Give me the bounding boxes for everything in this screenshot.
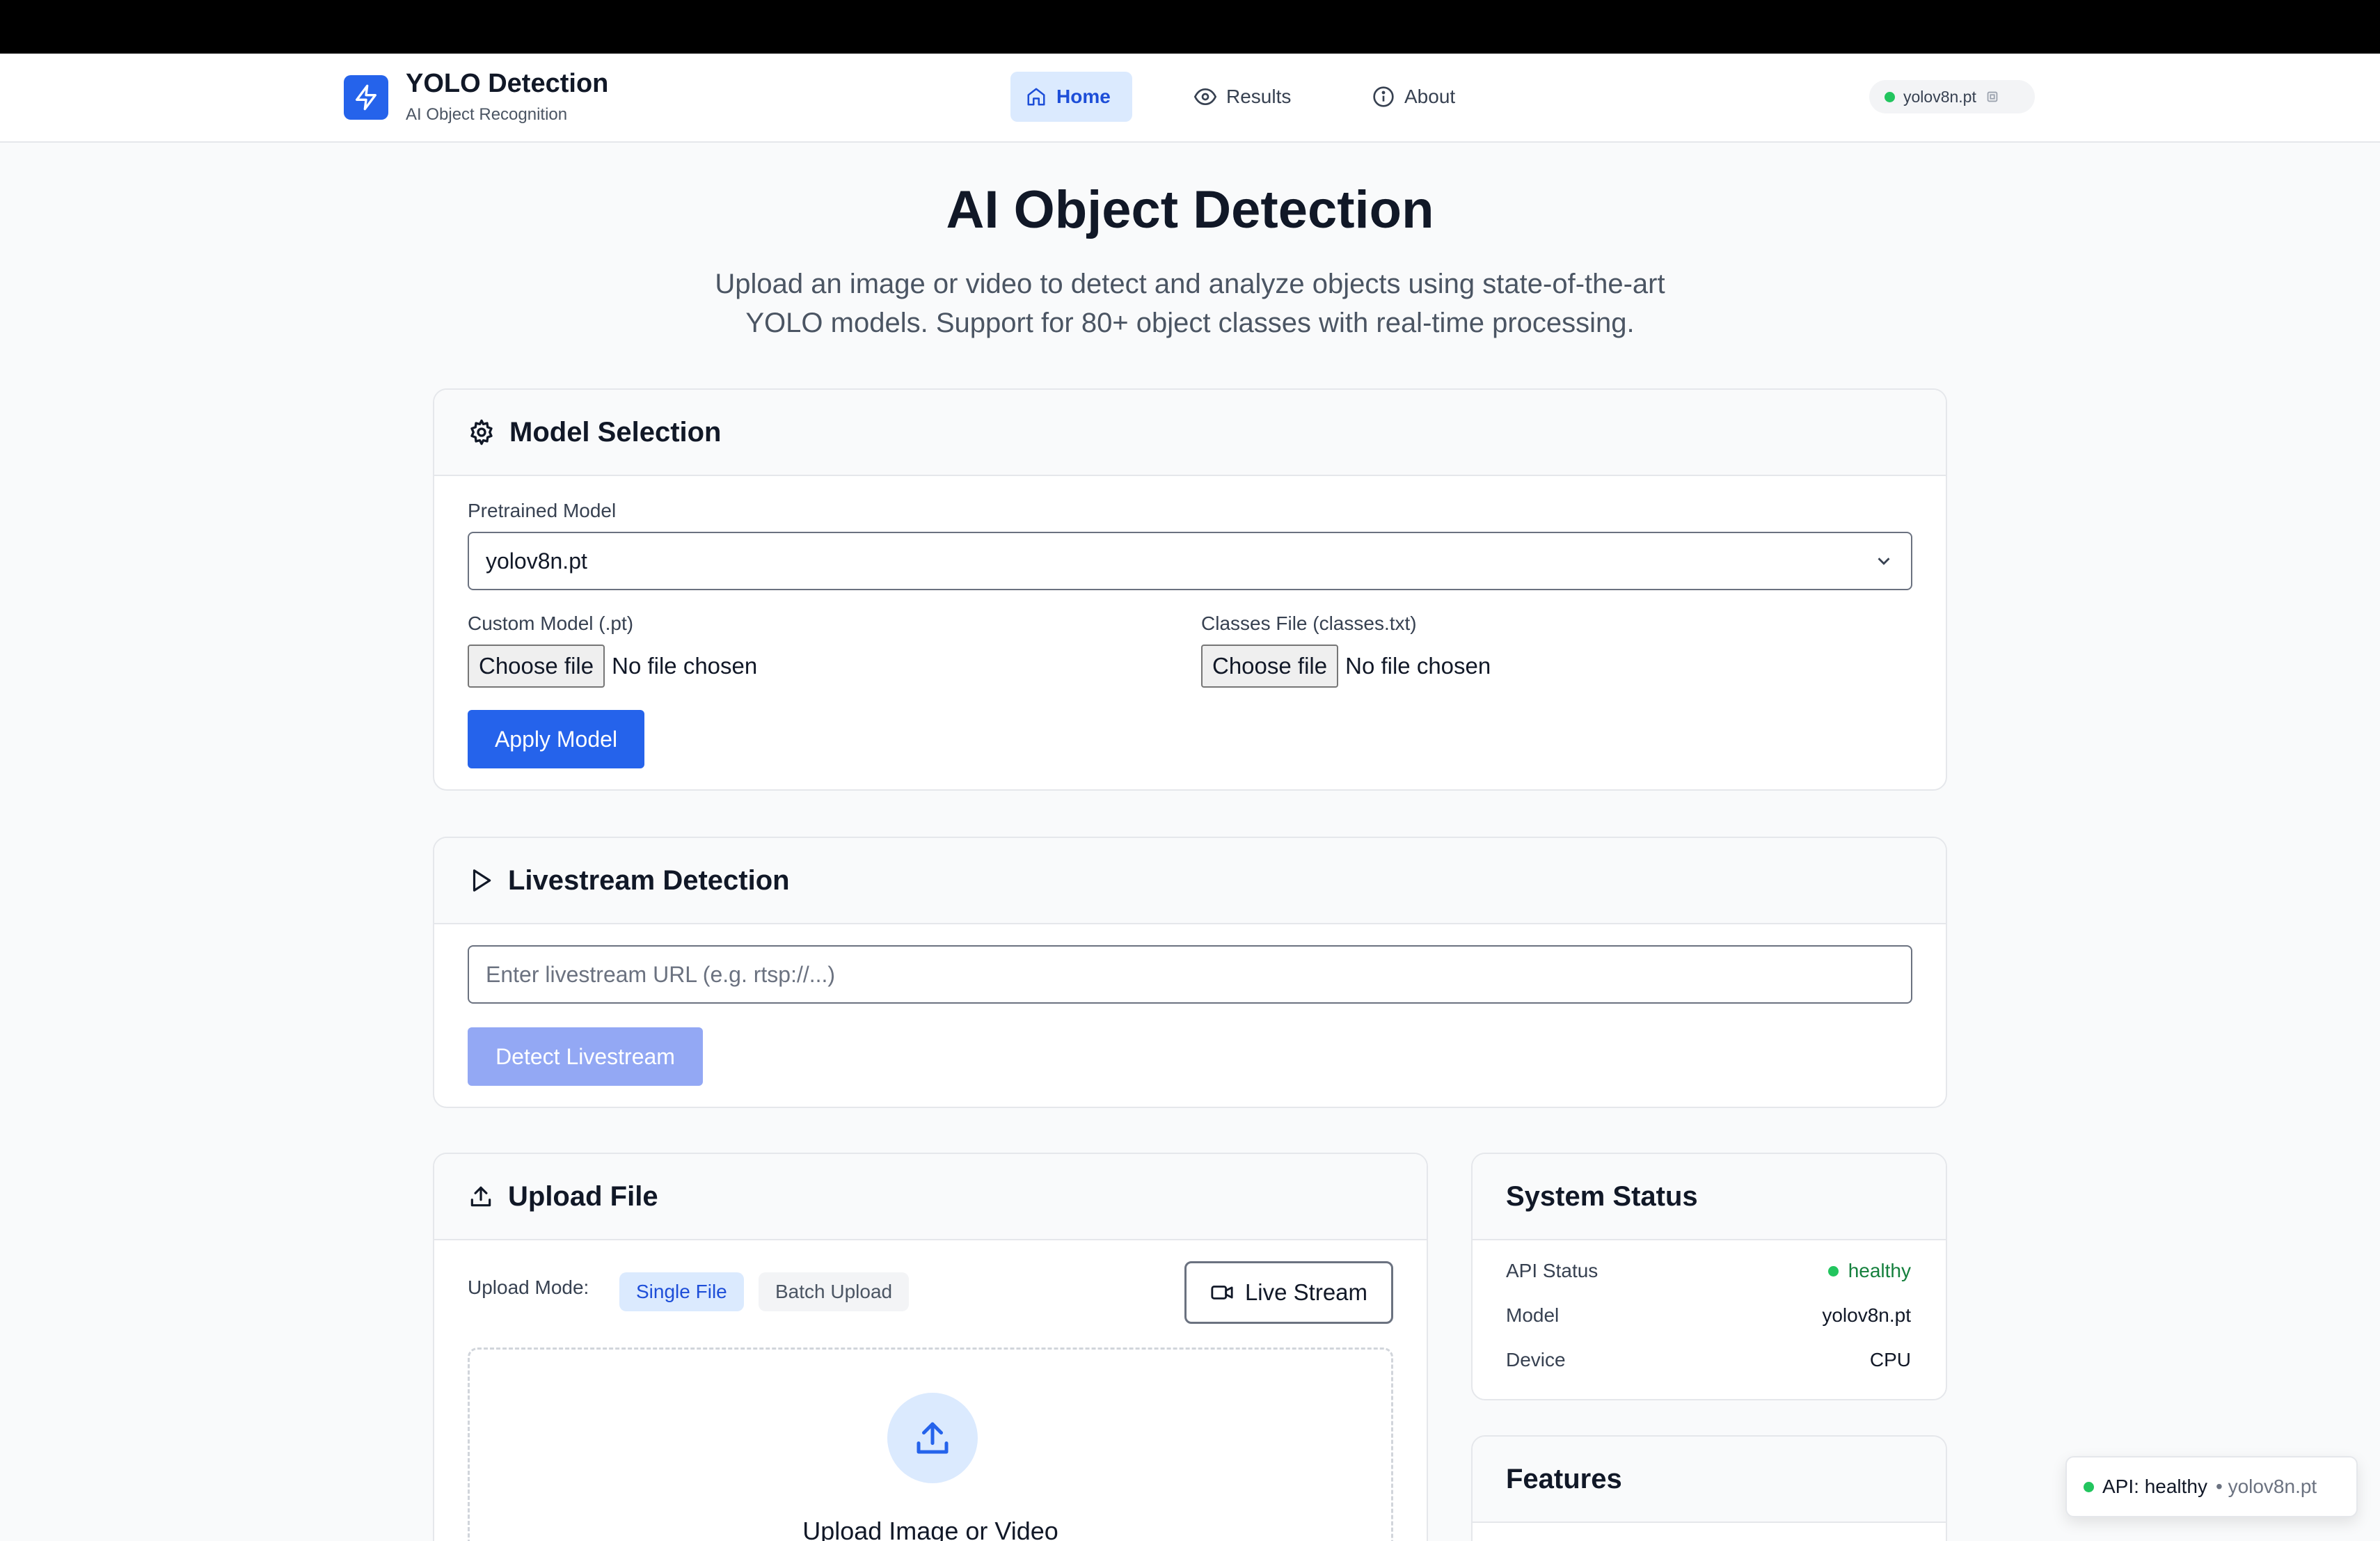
custom-model-choose-button[interactable]: Choose file [468, 645, 605, 688]
status-dot-icon [1885, 91, 1895, 102]
status-row-api: API Status healthy [1506, 1260, 1911, 1282]
live-stream-button-label: Live Stream [1244, 1279, 1368, 1305]
model-selection-title: Model Selection [509, 416, 722, 448]
apply-model-button[interactable]: Apply Model [468, 710, 644, 768]
livestream-card: Livestream Detection Enter livestream UR… [433, 837, 1947, 1108]
chip-icon [1987, 91, 1998, 102]
status-value: CPU [1869, 1349, 1911, 1370]
single-file-mode-button[interactable]: Single File [619, 1272, 744, 1311]
gear-icon [470, 419, 493, 445]
chevron-down-icon [1878, 558, 1890, 565]
batch-upload-mode-button[interactable]: Batch Upload [759, 1272, 910, 1311]
model-selection-header: Model Selection [434, 390, 1946, 476]
video-camera-icon [1211, 1286, 1233, 1299]
upload-circle [887, 1393, 978, 1483]
pretrained-model-value: yolov8n.pt [486, 548, 587, 574]
page-subtitle: Upload an image or video to detect and a… [668, 264, 1712, 342]
model-pill-label: yolov8n.pt [1903, 87, 1976, 106]
upload-mode-label: Upload Mode: [468, 1277, 589, 1298]
status-dot-icon [2084, 1481, 2094, 1492]
nav-about-label: About [1404, 86, 1456, 107]
livestream-header: Livestream Detection [434, 838, 1946, 924]
upload-icon [470, 1186, 491, 1207]
features-card: Features [1471, 1435, 1947, 1541]
nav-about[interactable]: About [1357, 72, 1470, 122]
nav-home-label: Home [1056, 86, 1111, 107]
custom-model-label: Custom Model (.pt) [468, 613, 634, 634]
info-icon [1373, 86, 1394, 107]
pretrained-model-select[interactable]: yolov8n.pt [468, 532, 1912, 590]
navbar: YOLO Detection AI Object Recognition Hom… [0, 54, 2380, 143]
detect-livestream-button[interactable]: Detect Livestream [468, 1027, 703, 1086]
pretrained-model-label: Pretrained Model [468, 500, 617, 521]
upload-icon [917, 1422, 949, 1454]
upload-card: Upload File Upload Mode: Single File Bat… [433, 1153, 1428, 1541]
system-status-title: System Status [1506, 1180, 1698, 1212]
nav-home[interactable]: Home [1010, 72, 1132, 122]
custom-model-file-status: No file chosen [612, 653, 758, 679]
toast-model: • yolov8n.pt [2215, 1476, 2317, 1497]
status-value: yolov8n.pt [1822, 1304, 1911, 1326]
status-value-text: healthy [1848, 1260, 1911, 1281]
browser-top-bar [0, 0, 2380, 54]
classes-file-choose-button[interactable]: Choose file [1201, 645, 1339, 688]
upload-dropzone[interactable]: Upload Image or Video [468, 1348, 1393, 1541]
nav-results-label: Results [1226, 86, 1292, 107]
features-title: Features [1506, 1463, 1622, 1494]
live-stream-button[interactable]: Live Stream [1184, 1261, 1393, 1324]
subtitle-line-1: Upload an image or video to detect and a… [715, 269, 1665, 299]
classes-file-input[interactable]: Choose file No file chosen [1201, 645, 1491, 688]
classes-file-label: Classes File (classes.txt) [1201, 613, 1417, 634]
home-icon [1027, 88, 1045, 106]
lightning-icon [355, 84, 376, 111]
logo[interactable] [344, 75, 388, 120]
play-icon [473, 869, 491, 892]
status-label: Model [1506, 1304, 1560, 1326]
brand-subtitle: AI Object Recognition [406, 105, 568, 124]
livestream-url-input[interactable]: Enter livestream URL (e.g. rtsp://...) [468, 945, 1912, 1004]
subtitle-line-2: YOLO models. Support for 80+ object clas… [745, 308, 1635, 338]
status-label: API Status [1506, 1260, 1598, 1281]
system-status-header: System Status [1473, 1154, 1946, 1240]
api-status-toast: API: healthy • yolov8n.pt [2065, 1456, 2358, 1517]
toast-api-status: API: healthy [2102, 1476, 2207, 1497]
upload-title: Upload File [508, 1180, 658, 1212]
features-header: Features [1473, 1437, 1946, 1523]
dropzone-title: Upload Image or Video [802, 1517, 1058, 1541]
page-title: AI Object Detection [946, 180, 1434, 239]
custom-model-file-input[interactable]: Choose file No file chosen [468, 645, 757, 688]
nav-results[interactable]: Results [1179, 72, 1306, 122]
eye-icon [1194, 88, 1216, 106]
model-selection-card: Model Selection Pretrained Model yolov8n… [433, 388, 1947, 791]
livestream-title: Livestream Detection [508, 864, 790, 896]
classes-file-status: No file chosen [1345, 653, 1491, 679]
status-value: healthy [1827, 1260, 1911, 1282]
brand-title: YOLO Detection [406, 69, 609, 98]
status-label: Device [1506, 1349, 1566, 1370]
system-status-card: System Status API Status healthy Model y… [1471, 1153, 1947, 1400]
status-row-model: Model yolov8n.pt [1506, 1304, 1911, 1327]
status-dot-icon [1827, 1265, 1839, 1277]
status-row-device: Device CPU [1506, 1349, 1911, 1371]
upload-header: Upload File [434, 1154, 1427, 1240]
model-status-pill: yolov8n.pt [1869, 80, 2035, 113]
